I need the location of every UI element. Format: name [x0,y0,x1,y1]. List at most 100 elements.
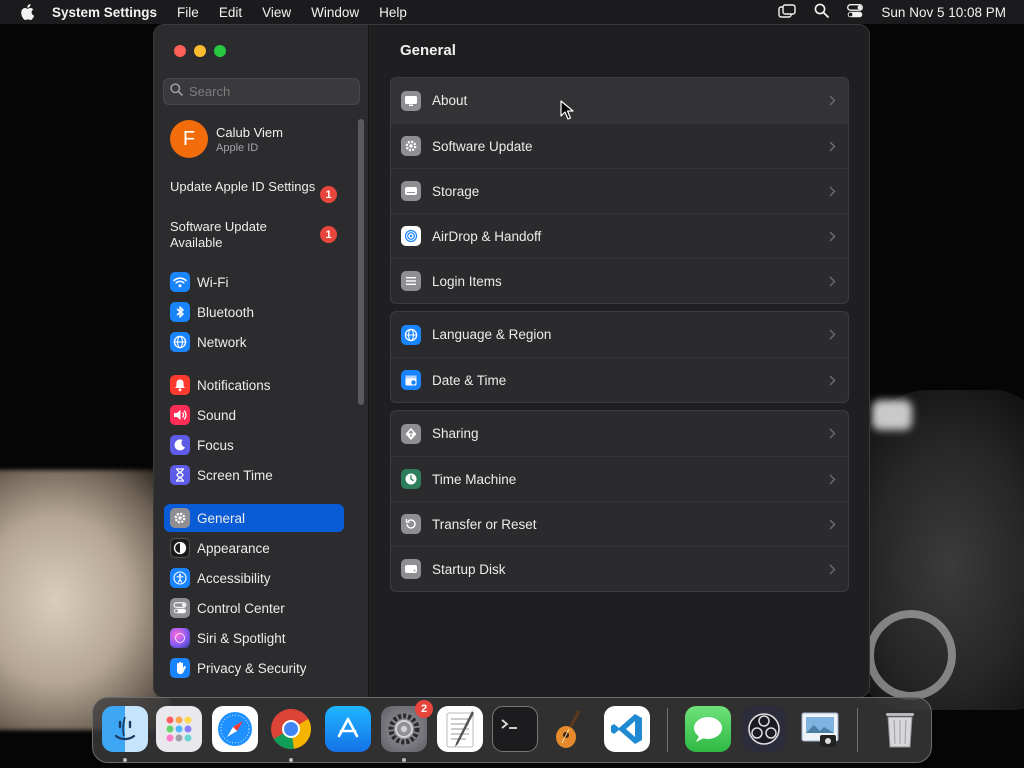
row-transfer-reset[interactable]: Transfer or Reset [391,501,848,546]
window-controls [174,45,226,57]
search-icon [170,82,183,101]
search-input[interactable] [189,84,349,99]
vscode-icon[interactable] [604,706,650,752]
chevron-right-icon [826,561,838,577]
row-sharing[interactable]: Sharing [391,411,848,456]
messages-icon[interactable] [685,706,731,752]
zoom-window-button[interactable] [214,45,226,57]
globe-icon [170,332,190,352]
gear-icon [170,508,190,528]
sidebar-item-screen-time[interactable]: Screen Time [164,461,344,489]
chevron-right-icon [826,372,838,388]
sidebar-item-appearance[interactable]: Appearance [164,534,344,562]
disk-icon [401,559,421,579]
sidebar-item-label: Screen Time [197,467,273,483]
airdrop-icon [401,226,421,246]
row-storage[interactable]: Storage [391,168,848,213]
sidebar-item-notifications[interactable]: Notifications [164,371,344,399]
update-apple-id-notice[interactable]: Update Apple ID Settings [170,179,340,195]
spotlight-search-icon[interactable] [814,3,830,21]
speaker-icon [170,405,190,425]
row-time-machine[interactable]: Time Machine [391,456,848,501]
running-indicator [289,758,293,762]
sidebar-item-accessibility[interactable]: Accessibility [164,564,344,592]
hand-icon [170,658,190,678]
sidebar-item-privacy-security[interactable]: Privacy & Security [164,654,344,682]
menu-view[interactable]: View [262,5,291,20]
row-airdrop-handoff[interactable]: AirDrop & Handoff [391,213,848,258]
chevron-right-icon [826,425,838,441]
sidebar-item-general[interactable]: General [164,504,344,532]
row-software-update[interactable]: Software Update [391,123,848,168]
launchpad-icon[interactable] [156,706,202,752]
sidebar-item-focus[interactable]: Focus [164,431,344,459]
time-machine-icon [401,469,421,489]
sidebar-item-label: Notifications [197,377,271,393]
sidebar-item-network[interactable]: Network [164,328,344,356]
safari-icon[interactable] [212,706,258,752]
running-indicator [402,758,406,762]
sidebar-item-label: Siri & Spotlight [197,630,286,646]
row-language-region[interactable]: Language & Region [391,312,848,357]
finder-icon[interactable] [102,706,148,752]
bell-icon [170,375,190,395]
chrome-icon[interactable] [268,706,314,752]
app-store-icon[interactable] [325,706,371,752]
menu-app-name[interactable]: System Settings [52,5,157,20]
apple-logo-icon[interactable] [18,3,36,21]
terminal-icon[interactable] [492,706,538,752]
sidebar-item-siri-spotlight[interactable]: Siri & Spotlight [164,624,344,652]
sidebar-item-control-center[interactable]: Control Center [164,594,344,622]
chevron-right-icon [826,516,838,532]
row-about[interactable]: About [391,78,848,123]
settings-group: About Software Update Storage AirDrop & … [390,77,849,304]
menu-help[interactable]: Help [379,5,407,20]
row-label: About [432,93,468,108]
software-update-notice[interactable]: Software Update Available [170,219,290,251]
row-login-items[interactable]: Login Items [391,258,848,303]
menu-window[interactable]: Window [311,5,359,20]
system-settings-window: F Calub Viem Apple ID Update Apple ID Se… [154,25,869,697]
textedit-icon[interactable] [437,706,483,752]
mouse-cursor [560,100,574,120]
sidebar-item-label: Focus [197,437,234,453]
sidebar-scrollbar[interactable] [358,119,364,405]
appearance-icon [170,538,190,558]
toggles-icon [170,598,190,618]
chevron-right-icon [826,326,838,342]
row-label: Language & Region [432,327,552,342]
sidebar-item-label: Privacy & Security [197,660,307,676]
minimize-window-button[interactable] [194,45,206,57]
preview-icon[interactable] [797,706,843,752]
row-label: Login Items [432,273,502,289]
menu-edit[interactable]: Edit [219,5,242,20]
sidebar-item-wifi[interactable]: Wi-Fi [164,268,344,296]
sidebar-item-sound[interactable]: Sound [164,401,344,429]
dock: 2 [92,697,932,763]
screen-mirroring-icon[interactable] [778,3,797,21]
menu-bar: System Settings File Edit View Window He… [0,0,1024,24]
control-center-icon[interactable] [847,3,864,21]
moon-icon [170,435,190,455]
sidebar-item-bluetooth[interactable]: Bluetooth [164,298,344,326]
gear-icon [401,136,421,156]
content-pane: General About Software Update Storage Ai… [370,25,869,697]
apple-id-account[interactable]: F Calub Viem Apple ID [170,120,283,158]
search-field[interactable] [163,78,360,105]
menu-file[interactable]: File [177,5,199,20]
settings-icon[interactable]: 2 [381,700,433,752]
dock-separator [857,708,858,752]
garageband-icon[interactable] [548,706,594,752]
reset-icon [401,514,421,534]
trash-icon[interactable] [877,706,923,752]
obs-icon[interactable] [741,706,787,752]
list-icon [401,271,421,291]
dock-separator [667,708,668,752]
sidebar-item-label: Accessibility [197,570,271,586]
menu-clock[interactable]: Sun Nov 5 10:08 PM [881,5,1006,20]
row-startup-disk[interactable]: Startup Disk [391,546,848,591]
wifi-icon [170,272,190,292]
row-date-time[interactable]: Date & Time [391,357,848,402]
close-window-button[interactable] [174,45,186,57]
chevron-right-icon [826,471,838,487]
